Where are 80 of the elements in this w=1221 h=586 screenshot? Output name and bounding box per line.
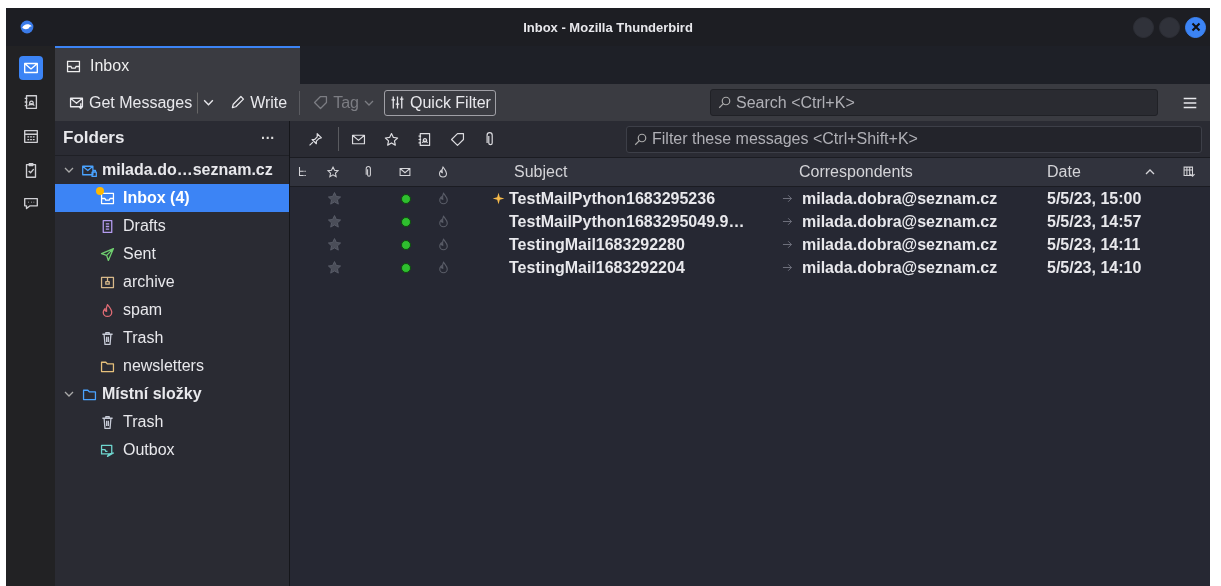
folder-name: Outbox <box>123 441 175 459</box>
search-field[interactable]: Search <Ctrl+K> <box>710 89 1158 116</box>
tag-icon <box>312 94 330 111</box>
folder-name: Inbox (4) <box>123 189 190 207</box>
message-correspondent: milada.dobra@seznam.cz <box>802 189 998 208</box>
message-correspondent: milada.dobra@seznam.cz <box>802 212 998 231</box>
account-row[interactable]: Místní složky <box>55 380 289 408</box>
message-date: 5/5/23, 15:00 <box>1047 189 1143 208</box>
message-row[interactable]: TestingMail1683292280 milada.dobra@seznam.cz 5/5/23, 14:11 <box>290 233 1210 256</box>
account-name: Místní složky <box>102 385 202 403</box>
folder-item[interactable]: newsletters <box>55 352 289 380</box>
calendar-icon <box>21 127 40 145</box>
sliders-icon <box>389 94 406 111</box>
column-header[interactable]: Date <box>1047 163 1081 181</box>
star-icon <box>382 130 400 148</box>
pencil-icon <box>229 94 247 111</box>
folder-name: archive <box>123 273 175 291</box>
read-status-dot[interactable] <box>401 239 411 250</box>
message-subject: TestMailPython1683295236 <box>509 189 716 208</box>
star-column-icon[interactable] <box>326 165 340 179</box>
star-icon[interactable] <box>326 190 343 207</box>
close-button[interactable] <box>1185 16 1206 38</box>
message-correspondent: milada.dobra@seznam.cz <box>802 235 998 254</box>
write-button[interactable]: Write <box>224 89 293 116</box>
get-button[interactable]: Get Messages <box>63 89 198 116</box>
folder-name: Trash <box>123 413 164 431</box>
message-subject: TestMailPython1683295049.9… <box>509 212 745 231</box>
message-date: 5/5/23, 14:11 <box>1047 235 1142 254</box>
filter-button[interactable]: Quick Filter <box>384 89 496 116</box>
flame-column-icon[interactable] <box>436 165 450 179</box>
search-icon <box>717 95 732 110</box>
paper-plane-icon <box>99 245 116 263</box>
folder-item[interactable]: archive <box>55 268 289 296</box>
folder-item[interactable]: Trash <box>55 408 289 436</box>
star-icon[interactable] <box>326 213 343 230</box>
folder-item[interactable]: Outbox <box>55 436 289 464</box>
message-correspondent: milada.dobra@seznam.cz <box>802 258 998 277</box>
envelope-column-icon[interactable] <box>398 165 412 179</box>
message-row[interactable]: TestMailPython1683295049.9… milada.dobra@seznam.cz 5/5/23, 14:57 <box>290 210 1210 233</box>
search-icon <box>633 131 648 147</box>
filter-field[interactable]: Filter these messages <Ctrl+Shift+K> <box>626 125 1202 153</box>
folder-name: newsletters <box>123 357 204 375</box>
column-picker-icon[interactable] <box>1182 165 1196 179</box>
more-button[interactable]: ··· <box>259 130 277 146</box>
folder-name: Sent <box>123 245 156 263</box>
arrow-icon <box>781 215 794 228</box>
account-name: milada.do…seznam.cz <box>102 161 273 179</box>
folder-name: Drafts <box>123 217 166 235</box>
message-date: 5/5/23, 14:10 <box>1047 258 1143 277</box>
window-title: Inbox - Mozilla Thunderbird <box>523 19 693 35</box>
trash-icon <box>99 413 116 431</box>
star-icon[interactable] <box>326 259 343 276</box>
space-button[interactable] <box>18 56 43 80</box>
folder-name: Trash <box>123 329 164 347</box>
tag-icon <box>448 130 466 148</box>
arrow-icon <box>781 261 794 274</box>
message-row[interactable]: TestingMail1683292204 milada.dobra@seznam.cz 5/5/23, 14:10 <box>290 256 1210 279</box>
folder-item[interactable]: spam <box>55 296 289 324</box>
star-icon[interactable] <box>326 236 343 253</box>
message-subject: TestingMail1683292204 <box>509 258 685 277</box>
arrow-icon <box>781 192 794 205</box>
inbox-tab[interactable]: Inbox <box>55 46 300 84</box>
folder-item[interactable]: Drafts <box>55 212 289 240</box>
read-status-dot[interactable] <box>401 216 411 227</box>
arrow-icon <box>781 238 794 251</box>
column-header[interactable]: Correspondents <box>777 163 1047 181</box>
message-row[interactable]: TestMailPython1683295236 milada.dobra@seznam.cz 5/5/23, 15:00 <box>290 187 1210 210</box>
account-row[interactable]: milada.do…seznam.cz <box>55 156 289 184</box>
folder-item[interactable]: Trash <box>55 324 289 352</box>
bird-logo-icon <box>19 19 35 35</box>
message-subject: TestingMail1683292280 <box>509 235 685 254</box>
folder-item[interactable]: Sent <box>55 240 289 268</box>
read-status-dot[interactable] <box>401 262 411 273</box>
folder-item[interactable]: Inbox (4) <box>55 184 289 212</box>
folder-name: spam <box>123 301 163 319</box>
read-status-dot[interactable] <box>401 193 411 204</box>
folders-heading: Folders <box>63 128 125 148</box>
trash-icon <box>99 329 116 347</box>
column-header[interactable]: Subject <box>492 163 777 181</box>
message-date: 5/5/23, 14:57 <box>1047 212 1143 231</box>
